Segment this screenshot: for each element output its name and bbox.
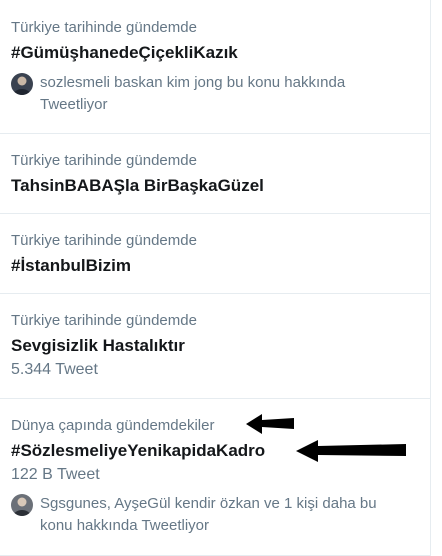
trend-item[interactable]: Dünya çapında gündemdekiler #Sözlesmeliy… bbox=[0, 399, 430, 556]
trend-title[interactable]: #İstanbulBizim bbox=[11, 254, 418, 278]
trend-item[interactable]: Türkiye tarihinde gündemde TahsinBABAŞla… bbox=[0, 134, 430, 214]
trend-tweet-count: 122 B Tweet bbox=[11, 466, 100, 483]
trend-context: Türkiye tarihinde gündemde bbox=[11, 19, 197, 36]
user-avatar-icon[interactable] bbox=[11, 494, 33, 516]
trend-context: Dünya çapında gündemdekiler bbox=[11, 417, 215, 434]
trend-context: Türkiye tarihinde gündemde bbox=[11, 152, 197, 169]
trend-tweeters-text: sozlesmeli baskan kim jong bu konu hakkı… bbox=[40, 74, 346, 113]
arrow-left-icon bbox=[246, 412, 296, 436]
trend-title[interactable]: TahsinBABAŞla BirBaşkaGüzel bbox=[11, 174, 418, 198]
trend-item[interactable]: Türkiye tarihinde gündemde #GümüşhanedeÇ… bbox=[0, 0, 430, 134]
trend-tweeters: sozlesmeli baskan kim jong bu konu hakkı… bbox=[11, 72, 418, 116]
trend-context: Türkiye tarihinde gündemde bbox=[11, 232, 197, 249]
arrow-left-icon bbox=[296, 438, 408, 464]
trend-tweeters: Sgsgunes, AyşeGül kendir özkan ve 1 kişi… bbox=[11, 493, 418, 537]
trend-title[interactable]: Sevgisizlik Hastalıktır bbox=[11, 334, 418, 358]
trend-title[interactable]: #GümüşhanedeÇiçekliKazık bbox=[11, 41, 418, 65]
trend-item[interactable]: Türkiye tarihinde gündemde #İstanbulBizi… bbox=[0, 214, 430, 294]
trend-item[interactable]: Türkiye tarihinde gündemde Sevgisizlik H… bbox=[0, 294, 430, 399]
trend-tweeters-text: Sgsgunes, AyşeGül kendir özkan ve 1 kişi… bbox=[40, 495, 377, 534]
trend-tweet-count: 5.344 Tweet bbox=[11, 361, 98, 378]
trends-list: Türkiye tarihinde gündemde #GümüşhanedeÇ… bbox=[0, 0, 431, 556]
trend-context: Türkiye tarihinde gündemde bbox=[11, 312, 197, 329]
user-avatar-icon[interactable] bbox=[11, 73, 33, 95]
